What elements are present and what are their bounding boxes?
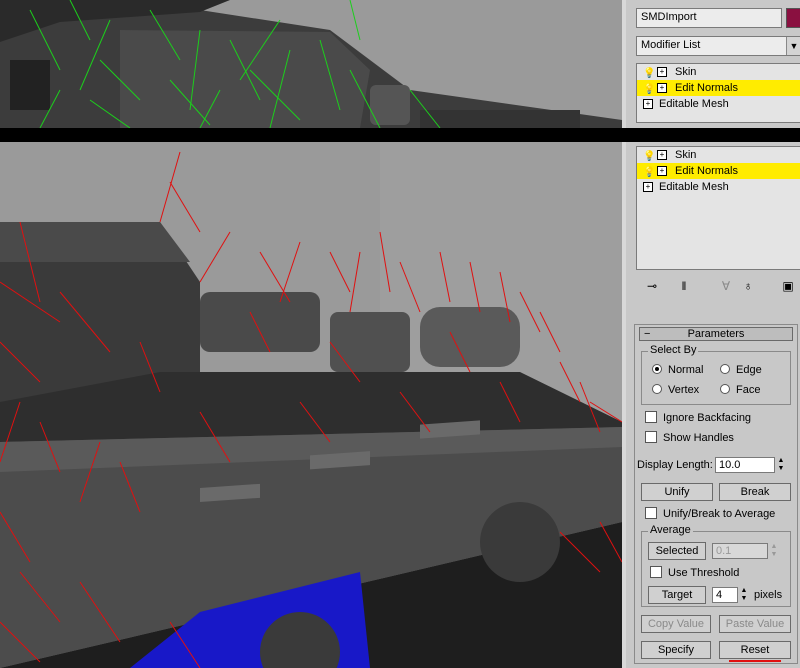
- checkbox-icon: [645, 431, 657, 443]
- top-viewport[interactable]: [0, 0, 622, 128]
- stack-item-label: Edit Normals: [675, 82, 738, 94]
- modifier-stack-top[interactable]: 💡 + Skin 💡 + Edit Normals + Editable Mes…: [636, 63, 800, 123]
- radio-edge[interactable]: Edge: [720, 364, 762, 376]
- show-handles-checkbox[interactable]: Show Handles: [645, 431, 734, 444]
- pixels-label: pixels: [754, 589, 783, 601]
- stack-item-label: Skin: [675, 66, 697, 78]
- spinner-arrows-icon[interactable]: ▲ ▼: [776, 457, 786, 473]
- expand-icon[interactable]: +: [657, 67, 667, 77]
- stack-toolbar: ⊸ ‖ ∀ ♁ ▣: [636, 278, 800, 298]
- checkbox-label: Unify/Break to Average: [663, 508, 776, 520]
- copy-value-button[interactable]: Copy Value: [641, 615, 711, 633]
- radio-dot-icon: [652, 364, 662, 374]
- object-color-swatch[interactable]: [786, 8, 800, 28]
- selected-button[interactable]: Selected: [648, 542, 706, 560]
- average-group: Average Selected 0.1 ▲ ▼ Use Threshold Ta…: [641, 524, 791, 607]
- radio-dot-icon: [652, 384, 662, 394]
- perspective-viewport[interactable]: [0, 142, 622, 668]
- stack-item-edit-normals[interactable]: 💡 + Edit Normals: [637, 80, 800, 96]
- stack-item-skin[interactable]: 💡 + Skin: [637, 64, 800, 80]
- display-length-value: 10.0: [719, 459, 741, 471]
- break-button[interactable]: Break: [719, 483, 791, 501]
- radio-label: Normal: [668, 364, 704, 376]
- threshold-value: 0.1: [716, 545, 732, 557]
- ignore-backfacing-checkbox[interactable]: Ignore Backfacing: [645, 411, 751, 424]
- average-title: Average: [648, 524, 693, 536]
- display-length-label: Display Length:: [637, 459, 713, 471]
- stack-item-skin[interactable]: 💡 + Skin: [637, 147, 800, 163]
- remove-modifier-icon[interactable]: ♁: [740, 278, 756, 294]
- select-by-group: Select By Normal Edge Vertex Face: [641, 344, 791, 405]
- stack-item-label: Editable Mesh: [659, 98, 729, 110]
- radio-dot-icon: [720, 364, 730, 374]
- pin-stack-icon[interactable]: ⊸: [644, 278, 660, 294]
- target-pixels-spinner[interactable]: 4 ▲ ▼: [712, 587, 747, 603]
- tank-render-top: [0, 0, 622, 128]
- chevron-down-icon[interactable]: ▼: [786, 37, 800, 55]
- radio-dot-icon: [720, 384, 730, 394]
- stack-item-label: Edit Normals: [675, 165, 738, 177]
- expand-icon[interactable]: +: [643, 99, 653, 109]
- unify-button[interactable]: Unify: [641, 483, 713, 501]
- target-value: 4: [716, 589, 723, 601]
- select-by-title: Select By: [648, 344, 699, 356]
- modify-panel-top: SMDImport Modifier List ▼ 💡 + Skin 💡 + E…: [622, 0, 800, 128]
- parameters-rollout-header[interactable]: − Parameters: [639, 327, 793, 341]
- stack-item-editable-mesh[interactable]: + Editable Mesh: [637, 179, 800, 195]
- modifier-list-dropdown[interactable]: Modifier List ▼: [636, 36, 800, 56]
- target-button[interactable]: Target: [648, 586, 706, 604]
- configure-sets-icon[interactable]: ▣: [780, 278, 796, 294]
- reset-button[interactable]: Reset: [719, 641, 791, 659]
- radio-face[interactable]: Face: [720, 384, 760, 396]
- checkbox-icon: [645, 507, 657, 519]
- radio-label: Vertex: [668, 384, 700, 396]
- checkbox-label: Ignore Backfacing: [663, 412, 752, 424]
- parameters-rollout: − Parameters Select By Normal Edge Verte…: [634, 324, 798, 664]
- stack-item-label: Editable Mesh: [659, 181, 729, 193]
- make-unique-icon[interactable]: ∀: [718, 278, 734, 294]
- show-end-result-icon[interactable]: ‖: [676, 278, 692, 294]
- checkbox-icon: [650, 566, 662, 578]
- tank-render-main: [0, 142, 622, 668]
- reset-highlight-underline: [729, 660, 781, 662]
- radio-label: Edge: [736, 364, 762, 376]
- radio-normal[interactable]: Normal: [652, 364, 703, 376]
- use-threshold-checkbox[interactable]: Use Threshold: [650, 566, 739, 579]
- checkbox-icon: [645, 411, 657, 423]
- expand-icon[interactable]: +: [643, 182, 653, 192]
- unify-break-average-checkbox[interactable]: Unify/Break to Average: [645, 507, 775, 520]
- collapse-icon: −: [644, 328, 651, 340]
- spinner-arrows-icon: ▲ ▼: [770, 543, 778, 558]
- checkbox-label: Use Threshold: [668, 567, 740, 579]
- paste-value-button[interactable]: Paste Value: [719, 615, 791, 633]
- average-threshold-spinner: 0.1 ▲ ▼: [712, 543, 777, 559]
- object-name-field[interactable]: SMDImport: [636, 8, 782, 28]
- spinner-arrows-icon[interactable]: ▲ ▼: [739, 587, 749, 603]
- stack-item-editable-mesh[interactable]: + Editable Mesh: [637, 96, 800, 112]
- specify-button[interactable]: Specify: [641, 641, 711, 659]
- expand-icon[interactable]: +: [657, 150, 667, 160]
- stack-item-edit-normals[interactable]: 💡 + Edit Normals: [637, 163, 800, 179]
- radio-label: Face: [736, 384, 761, 396]
- display-length-spinner[interactable]: 10.0 ▲ ▼: [715, 457, 784, 473]
- radio-vertex[interactable]: Vertex: [652, 384, 699, 396]
- modifier-stack-main[interactable]: 💡 + Skin 💡 + Edit Normals + Editable Mes…: [636, 146, 800, 270]
- stack-item-label: Skin: [675, 149, 697, 161]
- modify-panel-main: 💡 + Skin 💡 + Edit Normals + Editable Mes…: [622, 142, 800, 668]
- expand-icon[interactable]: +: [657, 83, 667, 93]
- checkbox-label: Show Handles: [663, 432, 734, 444]
- rollout-title: Parameters: [687, 328, 745, 340]
- modifier-list-label: Modifier List: [641, 39, 701, 51]
- expand-icon[interactable]: +: [657, 166, 667, 176]
